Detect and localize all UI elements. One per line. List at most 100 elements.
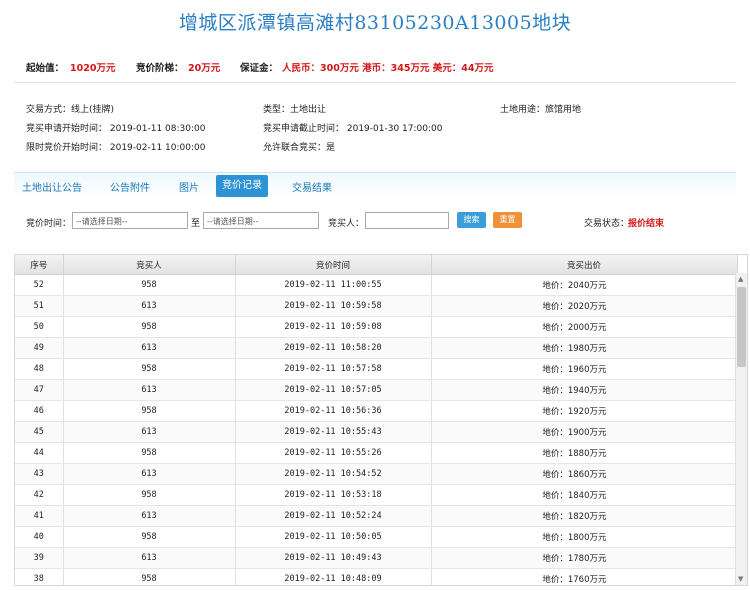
cell-bid-price: 地价：1840万元 — [431, 484, 738, 506]
cell-bid-time: 2019-02-11 10:58:20 — [235, 337, 432, 359]
cell-bid-time: 2019-02-11 10:56:36 — [235, 400, 432, 422]
cell-bidder: 958 — [63, 274, 236, 296]
cell-bid-price: 地价：1900万元 — [431, 421, 738, 443]
cell-bid-time: 2019-02-11 10:53:18 — [235, 484, 432, 506]
reset-button[interactable]: 重置 — [493, 212, 522, 228]
cell-bid-price: 地价：1800万元 — [431, 526, 738, 548]
trade-status-label: 交易状态： — [584, 219, 630, 229]
cell-bid-time: 2019-02-11 10:55:43 — [235, 421, 432, 443]
scrollbar-thumb[interactable] — [737, 287, 746, 367]
cell-bidder: 958 — [63, 358, 236, 380]
bidder-input[interactable] — [365, 212, 449, 229]
cell-bidder: 958 — [63, 526, 236, 548]
cell-seq: 51 — [15, 295, 64, 317]
cell-seq: 40 — [15, 526, 64, 548]
tab-images[interactable]: 图片 — [179, 179, 199, 194]
cell-bidder: 613 — [63, 379, 236, 401]
scroll-up-arrow-icon[interactable]: ▲ — [738, 275, 743, 283]
start-price-label: 起始值： — [26, 63, 65, 74]
cell-seq: 43 — [15, 463, 64, 485]
land-use: 土地用途：旅馆用地 — [500, 105, 582, 115]
start-date-input[interactable]: --请选择日期-- — [72, 212, 188, 229]
tab-bar: 土地出让公告 公告附件 图片 竞价记录 交易结果 — [14, 172, 736, 199]
cell-seq: 50 — [15, 316, 64, 338]
cell-bidder: 613 — [63, 547, 236, 569]
cell-bid-price: 地价：1860万元 — [431, 463, 738, 485]
cell-bid-price: 地价：2020万元 — [431, 295, 738, 317]
cell-seq: 46 — [15, 400, 64, 422]
table-row: 44 958 2019-02-11 10:55:26 地价：1880万元 — [15, 442, 738, 464]
table-row: 40 958 2019-02-11 10:50:05 地价：1800万元 — [15, 526, 738, 548]
cell-seq: 38 — [15, 568, 64, 585]
cell-bid-time: 2019-02-11 10:48:09 — [235, 568, 432, 585]
cell-bidder: 958 — [63, 316, 236, 338]
apply-end-time: 竞买申请截止时间： 2019-01-30 17:00:00 — [263, 124, 443, 134]
cell-bidder: 613 — [63, 463, 236, 485]
cell-bid-time: 2019-02-11 10:57:05 — [235, 379, 432, 401]
table-row: 42 958 2019-02-11 10:53:18 地价：1840万元 — [15, 484, 738, 506]
table-row: 45 613 2019-02-11 10:55:43 地价：1900万元 — [15, 421, 738, 443]
bid-step-label: 竞价阶梯： — [136, 63, 184, 74]
cell-seq: 44 — [15, 442, 64, 464]
divider — [14, 82, 736, 83]
deposit-label: 保证金： — [240, 63, 279, 74]
search-button[interactable]: 搜索 — [457, 212, 486, 228]
cell-bid-price: 地价：1820万元 — [431, 505, 738, 527]
cell-bid-time: 2019-02-11 10:52:24 — [235, 505, 432, 527]
cell-bid-price: 地价：2040万元 — [431, 274, 738, 296]
price-summary: 起始值： 1020万元 竞价阶梯： 20万元 保证金： 人民币：300万元 港币… — [26, 60, 726, 74]
table-header-row: 序号 竞买人 竞价时间 竞买出价 — [15, 255, 738, 275]
table-row: 49 613 2019-02-11 10:58:20 地价：1980万元 — [15, 337, 738, 359]
page-title: 增城区派潭镇高滩村83105230A13005地块 — [178, 12, 572, 34]
cell-seq: 47 — [15, 379, 64, 401]
tab-attachments[interactable]: 公告附件 — [110, 179, 150, 194]
header-bid-time: 竞价时间 — [235, 255, 432, 275]
table-row: 48 958 2019-02-11 10:57:58 地价：1960万元 — [15, 358, 738, 380]
cell-bidder: 958 — [63, 484, 236, 506]
joint-bid: 允许联合竞买：是 — [263, 143, 336, 153]
cell-bid-price: 地价：1940万元 — [431, 379, 738, 401]
table-row: 52 958 2019-02-11 11:00:55 地价：2040万元 — [15, 274, 738, 296]
cell-seq: 49 — [15, 337, 64, 359]
header-seq: 序号 — [15, 255, 64, 275]
bid-time-label: 竞价时间： — [26, 219, 72, 229]
header-bid-price: 竞买出价 — [431, 255, 738, 275]
cell-bid-time: 2019-02-11 10:50:05 — [235, 526, 432, 548]
start-price-value: 1020万元 — [70, 63, 116, 74]
apply-start-time: 竞买申请开始时间： 2019-01-11 08:30:00 — [26, 124, 206, 134]
cell-seq: 45 — [15, 421, 64, 443]
to-label: 至 — [191, 219, 201, 229]
table-scrollbar[interactable]: ▲ ▼ — [735, 273, 747, 585]
cell-bidder: 613 — [63, 337, 236, 359]
cell-bid-price: 地价：1780万元 — [431, 547, 738, 569]
tab-land-notice[interactable]: 土地出让公告 — [22, 179, 82, 194]
cell-bidder: 613 — [63, 295, 236, 317]
bid-step-value: 20万元 — [188, 63, 221, 74]
limit-bid-start-time: 限时竞价开始时间： 2019-02-11 10:00:00 — [26, 143, 206, 153]
table-row: 50 958 2019-02-11 10:59:08 地价：2000万元 — [15, 316, 738, 338]
cell-bid-time: 2019-02-11 10:59:58 — [235, 295, 432, 317]
cell-bid-price: 地价：1760万元 — [431, 568, 738, 585]
trade-mode: 交易方式：线上(挂牌) — [26, 105, 115, 115]
cell-bid-time: 2019-02-11 10:55:26 — [235, 442, 432, 464]
cell-seq: 41 — [15, 505, 64, 527]
cell-bid-price: 地价：1880万元 — [431, 442, 738, 464]
cell-bidder: 613 — [63, 505, 236, 527]
tab-trade-result[interactable]: 交易结果 — [292, 179, 332, 194]
cell-bid-price: 地价：2000万元 — [431, 316, 738, 338]
table-row: 41 613 2019-02-11 10:52:24 地价：1820万元 — [15, 505, 738, 527]
bidder-label: 竞买人： — [328, 219, 365, 229]
cell-seq: 42 — [15, 484, 64, 506]
cell-bidder: 958 — [63, 568, 236, 585]
scroll-down-arrow-icon[interactable]: ▼ — [738, 575, 743, 583]
cell-seq: 39 — [15, 547, 64, 569]
tab-bid-records[interactable]: 竞价记录 — [216, 175, 268, 197]
cell-seq: 48 — [15, 358, 64, 380]
cell-bid-price: 地价：1980万元 — [431, 337, 738, 359]
header-bidder: 竞买人 — [63, 255, 236, 275]
deposit-value: 人民币：300万元 港币：345万元 美元：44万元 — [282, 63, 494, 74]
end-date-input[interactable]: --请选择日期-- — [203, 212, 319, 229]
cell-bidder: 958 — [63, 400, 236, 422]
cell-seq: 52 — [15, 274, 64, 296]
cell-bid-time: 2019-02-11 11:00:55 — [235, 274, 432, 296]
